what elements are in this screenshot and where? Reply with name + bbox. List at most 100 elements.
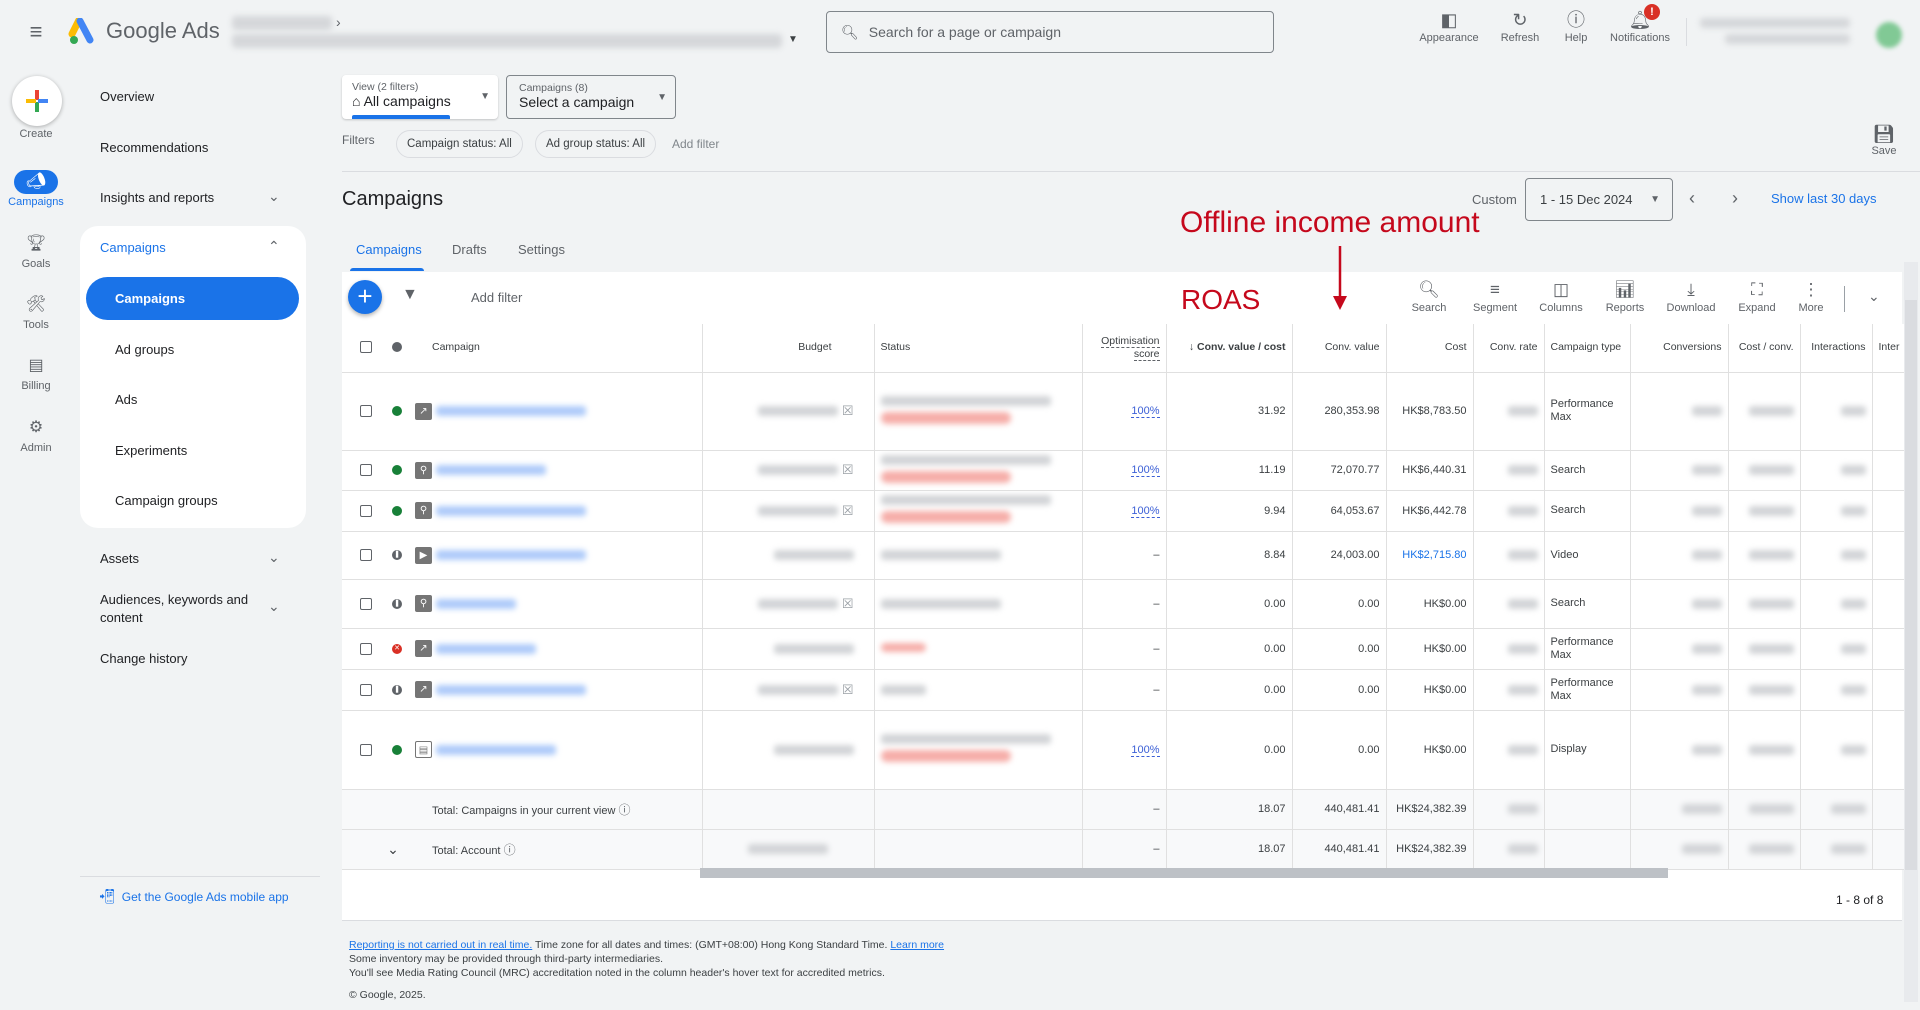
view-selector[interactable]: View (2 filters) ⌂ All campaigns ▼ [342,75,498,119]
optimisation-score-link[interactable]: 100% [1131,743,1160,757]
campaign-selector[interactable]: Campaigns (8) Select a campaign ▼ [506,75,676,119]
nav-sub-experiments[interactable]: Experiments [115,443,187,458]
nav-sub-campaigns[interactable]: Campaigns [86,277,299,320]
rail-item-billing[interactable]: ▤ Billing [0,354,72,392]
campaign-name-link[interactable] [436,643,536,654]
date-range-picker[interactable]: 1 - 15 Dec 2024 ▼ [1525,178,1673,221]
rail-item-goals[interactable]: 🏆︎ Goals [0,232,72,270]
expand-chevron-icon[interactable]: ⌄ [387,841,399,857]
nav-sub-ad-groups[interactable]: Ad groups [115,342,174,357]
col-campaign-type[interactable]: Campaign type [1544,324,1631,373]
campaign-name-link[interactable] [436,598,516,609]
chevron-right-icon[interactable]: › [1732,188,1738,209]
nav-sub-campaign-groups[interactable]: Campaign groups [115,493,218,508]
nav-recommendations[interactable]: Recommendations [100,140,208,155]
tab-campaigns[interactable]: Campaigns [356,242,422,257]
nav-assets[interactable]: Assets [100,551,139,566]
row-checkbox[interactable] [360,743,372,756]
rail-item-campaigns[interactable]: 📣︎ Campaigns [0,170,72,208]
add-filter-link[interactable]: Add filter [672,137,719,151]
row-checkbox[interactable] [360,597,372,610]
menu-icon[interactable]: ≡ [24,20,48,44]
toolbar-search-button[interactable]: 🔍︎ Search [1397,280,1461,314]
toolbar-download-button[interactable]: ⤓ Download [1659,280,1723,314]
col-cost-per-conv[interactable]: Cost / conv. [1728,324,1801,373]
nav-campaigns-group[interactable]: Campaigns [100,240,166,255]
tab-drafts[interactable]: Drafts [452,242,487,257]
campaign-name-link[interactable] [436,465,546,476]
notifications-button[interactable]: 🔔︎! Notifications [1600,4,1680,44]
chevron-down-icon[interactable]: ⌄ [268,549,280,566]
chevron-up-icon[interactable]: ⌃ [268,238,280,255]
row-checkbox[interactable] [360,464,372,477]
col-cost[interactable]: Cost [1386,324,1474,373]
optimisation-score-link[interactable]: 100% [1131,405,1160,418]
campaign-name-link[interactable] [436,684,586,695]
row-checkbox[interactable] [360,504,372,517]
table-row[interactable]: ⚲ ☒ 100% 9.94 64,053.67 HK$6,442.78 Search [342,490,1907,532]
optimisation-score-link[interactable]: 100% [1131,464,1160,477]
rail-item-admin[interactable]: ⚙︎ Admin [0,416,72,454]
avatar[interactable] [1876,22,1902,48]
user-email-redacted[interactable] [1725,34,1850,44]
filter-icon[interactable]: ▼ [402,286,418,304]
table-row[interactable]: ❚ ▶ –8.84 24,003.00 HK$2,715.80 Video [342,531,1907,580]
select-all-checkbox[interactable] [360,341,372,354]
budget-value-redacted[interactable] [757,465,838,475]
table-row[interactable]: ⚲ ☒ 100% 11.19 72,070.77 HK$6,440.31 Search [342,450,1907,491]
user-name-redacted[interactable] [1700,18,1850,28]
table-row[interactable]: ❚ ⚲ ☒ –0.00 0.00 HK$0.00 Search [342,579,1907,629]
budget-value-redacted[interactable] [773,550,854,561]
budget-value-redacted[interactable] [757,505,838,516]
col-conv-value[interactable]: Conv. value [1292,324,1387,373]
col-optimisation-score[interactable]: Optimisation score [1082,324,1167,373]
campaign-name-link[interactable] [436,505,586,516]
toolbar-columns-button[interactable]: ◫ Columns [1529,280,1593,314]
col-conv-value-cost[interactable]: ↓ Conv. value / cost [1166,324,1293,373]
account-id-redacted[interactable] [232,34,782,48]
budget-value-redacted[interactable] [773,643,854,654]
toolbar-reports-button[interactable]: 📊︎ Reports [1593,280,1657,314]
account-name-redacted[interactable] [232,16,332,30]
filter-chip-campaign-status[interactable]: Campaign status: All [396,130,523,158]
chevron-down-icon[interactable]: ⌄ [268,188,280,205]
realtime-reporting-link[interactable]: Reporting is not carried out in real tim… [349,939,532,951]
row-checkbox[interactable] [360,642,372,655]
search-input[interactable]: 🔍︎ Search for a page or campaign [826,11,1274,53]
horizontal-scrollbar[interactable] [700,868,1668,878]
toolbar-more-button[interactable]: ⋮ More [1779,280,1843,314]
nav-insights-and-reports[interactable]: Insights and reports [100,190,214,205]
nav-overview[interactable]: Overview [100,89,154,104]
help-icon[interactable]: ⓘ [504,843,516,857]
chevron-down-icon[interactable]: ⌄ [268,598,280,615]
create-button[interactable] [12,76,62,126]
table-row[interactable]: ▤ 100% 0.00 0.00 HK$0.00 Display [342,710,1907,790]
col-budget[interactable]: Budget [702,324,875,373]
row-checkbox[interactable] [360,683,372,696]
col-conv-rate[interactable]: Conv. rate [1473,324,1545,373]
save-button[interactable]: 💾︎ Save [1866,124,1902,157]
chevron-left-icon[interactable]: ‹ [1689,188,1695,209]
new-campaign-button[interactable]: + [348,280,382,314]
learn-more-link[interactable]: Learn more [890,939,944,951]
budget-value-redacted[interactable] [757,598,838,609]
tab-settings[interactable]: Settings [518,242,565,257]
col-conversions[interactable]: Conversions [1630,324,1729,373]
mobile-app-link[interactable]: 📲︎ Get the Google Ads mobile app [98,888,289,905]
vertical-scrollbar-thumb[interactable] [1905,300,1917,870]
filter-chip-ad-group-status[interactable]: Ad group status: All [535,130,657,158]
row-checkbox[interactable] [360,405,372,418]
table-row[interactable]: ✕ ↗ –0.00 0.00 HK$0.00 Performance Max [342,628,1907,670]
caret-down-icon[interactable]: ▼ [788,34,798,45]
nav-audiences[interactable]: Audiences, keywords and content [100,591,270,627]
appearance-button[interactable]: ◧ Appearance [1409,8,1489,44]
show-last-30-days-link[interactable]: Show last 30 days [1771,191,1877,206]
nav-change-history[interactable]: Change history [100,651,187,666]
table-row[interactable]: ↗ ☒ 100% 31.92 280,353.98 HK$8,783.50 Performa… [342,372,1907,451]
col-campaign[interactable]: Campaign [432,324,703,373]
col-interactions[interactable]: Interactions [1800,324,1873,373]
help-icon[interactable]: ⓘ [618,803,630,817]
campaign-name-link[interactable] [436,744,556,755]
budget-value-redacted[interactable] [757,684,838,695]
campaign-name-link[interactable] [436,406,586,417]
